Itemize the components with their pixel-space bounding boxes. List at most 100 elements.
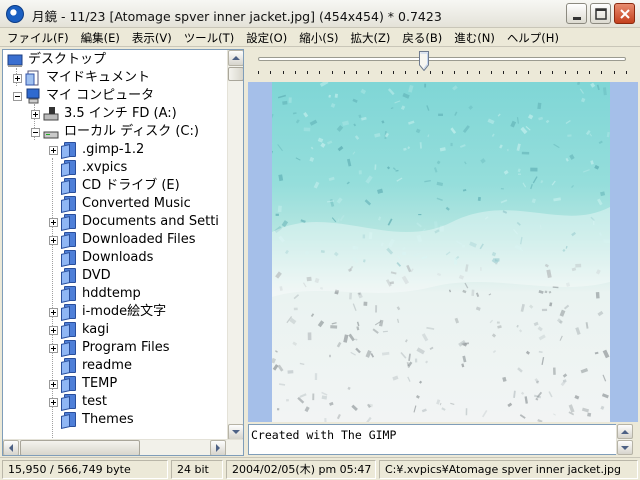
my-documents-icon: [25, 70, 39, 86]
tree-item[interactable]: Converted Music: [3, 195, 228, 213]
tree-item[interactable]: Downloaded Files: [3, 231, 228, 249]
expand-icon[interactable]: [13, 74, 22, 83]
menu-help[interactable]: ヘルプ(H): [500, 28, 564, 46]
expand-icon[interactable]: [49, 146, 58, 155]
menu-bar: ファイル(F) 編集(E) 表示(V) ツール(T) 設定(O) 縮小(S) 拡…: [0, 28, 640, 47]
comment-scroll-down-button[interactable]: [617, 440, 633, 455]
tree-hscroll-thumb[interactable]: [20, 440, 140, 455]
window-title: 月鏡 - 11/23 [Atomage spver inner jacket.j…: [32, 9, 442, 24]
tree-horizontal-scrollbar[interactable]: [3, 439, 243, 455]
tree-item[interactable]: マイドキュメント: [3, 69, 228, 87]
hard-disk-icon: [43, 131, 59, 139]
slider-tick: [258, 71, 259, 74]
tree-item-label: Downloads: [82, 250, 154, 265]
tree-item-label: .xvpics: [82, 160, 128, 175]
tree-item[interactable]: i-mode絵文字: [3, 303, 228, 321]
slider-tick: [479, 71, 480, 74]
expand-icon[interactable]: [49, 308, 58, 317]
slider-tick: [589, 71, 590, 74]
expand-icon[interactable]: [49, 380, 58, 389]
tree-item[interactable]: .xvpics: [3, 159, 228, 177]
menu-view[interactable]: 表示(V): [125, 28, 177, 46]
tree-item[interactable]: TEMP: [3, 375, 228, 393]
folder-icon: [61, 286, 77, 303]
tree-item-label: デスクトップ: [28, 52, 107, 67]
status-bar: 15,950 / 566,749 byte 24 bit 2004/02/05(…: [0, 457, 640, 480]
slider-tick: [417, 71, 418, 74]
expand-icon[interactable]: [49, 398, 58, 407]
scroll-down-button[interactable]: [228, 424, 243, 440]
tree-item[interactable]: CD ドライブ (E): [3, 177, 228, 195]
collapse-icon[interactable]: [31, 128, 40, 137]
tree-item[interactable]: Documents and Setti: [3, 213, 228, 231]
arrow-down-icon: [621, 446, 629, 450]
tree-vertical-scrollbar[interactable]: [227, 50, 243, 440]
slider-thumb[interactable]: [419, 51, 429, 71]
app-icon[interactable]: [6, 5, 24, 23]
folder-icon: [61, 358, 77, 375]
menu-file[interactable]: ファイル(F): [0, 28, 74, 46]
tree-item-label: Downloaded Files: [82, 232, 196, 247]
image-comment[interactable]: Created with The GIMP: [248, 424, 633, 455]
folder-tree[interactable]: デスクトップマイドキュメント マイ コンピュータ 3.5 インチ FD (A:) ロー…: [2, 49, 244, 456]
comment-scrollbar[interactable]: [616, 424, 633, 455]
scroll-up-button[interactable]: [228, 50, 243, 66]
tree-item[interactable]: ローカル ディスク (C:): [3, 123, 228, 141]
menu-settings[interactable]: 設定(O): [239, 28, 292, 46]
menu-forward[interactable]: 進む(N): [447, 28, 500, 46]
expand-icon[interactable]: [49, 344, 58, 353]
comment-scroll-up-button[interactable]: [617, 424, 633, 439]
slider-tick: [356, 71, 357, 74]
collapse-icon[interactable]: [13, 92, 22, 101]
tree-item[interactable]: Themes: [3, 411, 228, 429]
image-viewer[interactable]: [248, 82, 638, 422]
slider-tick: [454, 71, 455, 74]
floppy-drive-icon: [43, 107, 59, 121]
tree-item[interactable]: デスクトップ: [3, 51, 228, 69]
scroll-left-button[interactable]: [3, 440, 19, 455]
slider-tick: [540, 71, 541, 74]
tree-item[interactable]: 3.5 インチ FD (A:): [3, 105, 228, 123]
tree-item[interactable]: readme: [3, 357, 228, 375]
tree-item[interactable]: test: [3, 393, 228, 411]
slider-tick: [319, 71, 320, 74]
tree-item-label: readme: [82, 358, 132, 373]
maximize-button[interactable]: [590, 3, 611, 24]
folder-icon: [61, 178, 77, 195]
slider-tick: [577, 71, 578, 74]
expand-icon[interactable]: [49, 218, 58, 227]
slider-tick: [295, 71, 296, 74]
close-button[interactable]: [614, 3, 635, 24]
tree-item[interactable]: Program Files: [3, 339, 228, 357]
slider-track[interactable]: [258, 57, 626, 61]
slider-tick: [368, 71, 369, 74]
tree-item[interactable]: kagi: [3, 321, 228, 339]
expand-icon[interactable]: [49, 236, 58, 245]
tree-item-label: i-mode絵文字: [82, 304, 167, 319]
comment-text: Created with The GIMP: [251, 428, 397, 442]
minimize-button[interactable]: [566, 3, 587, 24]
image-texture: [272, 82, 610, 422]
tree-item[interactable]: hddtemp: [3, 285, 228, 303]
slider-tick: [491, 71, 492, 74]
folder-icon: [61, 268, 77, 285]
menu-zoom[interactable]: 拡大(Z): [344, 28, 396, 46]
tree-item[interactable]: Downloads: [3, 249, 228, 267]
expand-icon[interactable]: [49, 326, 58, 335]
scroll-right-button[interactable]: [210, 440, 226, 455]
image-slider[interactable]: [248, 49, 638, 81]
tree-item-label: TEMP: [82, 376, 118, 391]
menu-back[interactable]: 戻る(B): [395, 28, 447, 46]
tree-item-label: Converted Music: [82, 196, 191, 211]
expand-icon[interactable]: [31, 110, 40, 119]
slider-tick: [528, 71, 529, 74]
tree-scroll-thumb[interactable]: [228, 67, 243, 81]
menu-edit[interactable]: 編集(E): [74, 28, 125, 46]
folder-icon: [61, 412, 77, 429]
tree-item[interactable]: DVD: [3, 267, 228, 285]
tree-item[interactable]: マイ コンピュータ: [3, 87, 228, 105]
folder-icon: [61, 340, 77, 357]
menu-shrink[interactable]: 縮小(S): [292, 28, 343, 46]
tree-item[interactable]: .gimp-1.2: [3, 141, 228, 159]
menu-tools[interactable]: ツール(T): [177, 28, 240, 46]
